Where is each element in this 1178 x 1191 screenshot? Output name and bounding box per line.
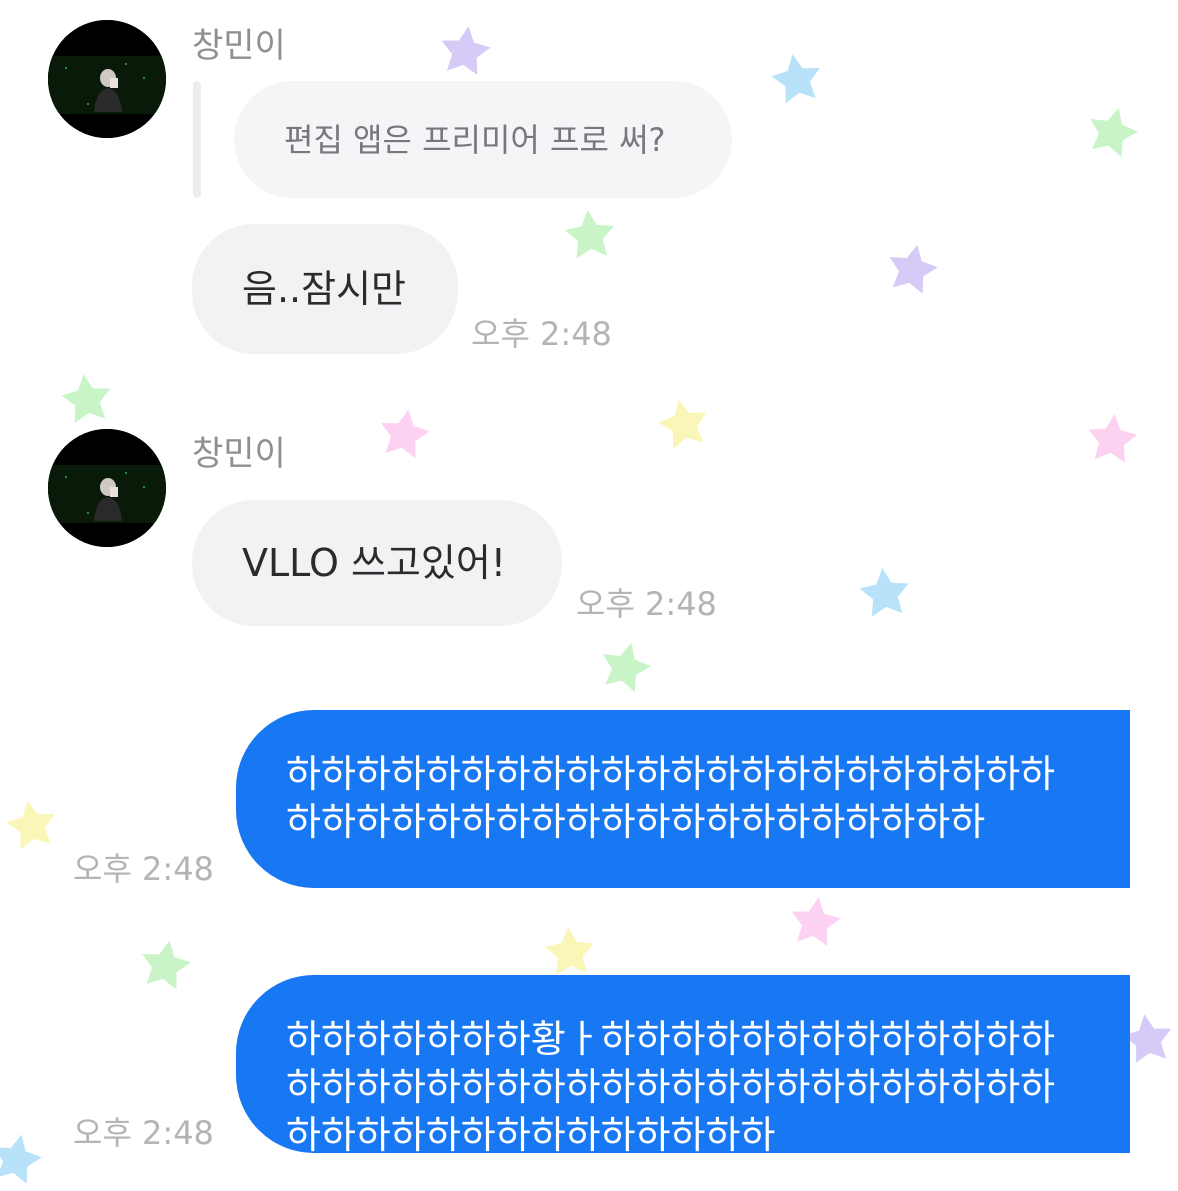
incoming-message-bubble[interactable]: VLLO 쓰고있어! (192, 500, 562, 626)
avatar-photo-icon (48, 429, 166, 547)
sender-avatar[interactable] (48, 20, 166, 138)
sender-name: 창민이 (192, 26, 286, 66)
message-timestamp: 오후 2:48 (73, 850, 214, 888)
outgoing-message-bubble[interactable]: 하하하하하하하하하하하하하하하하하하하하하하하하하하하하하하하하하하하하하하하하… (236, 710, 1130, 888)
replied-message-text: 편집 앱은 프리미어 프로 써? (284, 120, 666, 159)
avatar-photo-icon (48, 20, 166, 138)
message-text: VLLO 쓰고있어! (242, 541, 507, 585)
replied-message-quote[interactable]: 편집 앱은 프리미어 프로 써? (234, 81, 732, 198)
message-timestamp: 오후 2:48 (73, 1114, 214, 1152)
message-timestamp: 오후 2:48 (471, 315, 612, 353)
message-text: 하하하하하하하하하하하하하하하하하하하하하하하하하하하하하하하하하하하하하하하하… (286, 752, 1056, 844)
incoming-message-bubble[interactable]: 음..잠시만 (192, 224, 458, 354)
sender-avatar[interactable] (48, 429, 166, 547)
sender-name: 창민이 (192, 434, 286, 474)
message-text: 하하하하하하하황ㅏ하하하하하하하하하하하하하하하하하하하하하하하하하하하하하하하… (286, 1017, 1056, 1157)
reply-indicator (193, 81, 201, 198)
chat-thread[interactable]: 창민이 편집 앱은 프리미어 프로 써? 음..잠시만 오후 2:48 창민이 … (0, 0, 1178, 1191)
outgoing-message-bubble[interactable]: 하하하하하하하황ㅏ하하하하하하하하하하하하하하하하하하하하하하하하하하하하하하하… (236, 975, 1130, 1157)
message-timestamp: 오후 2:48 (576, 585, 717, 623)
message-text: 음..잠시만 (242, 267, 406, 311)
